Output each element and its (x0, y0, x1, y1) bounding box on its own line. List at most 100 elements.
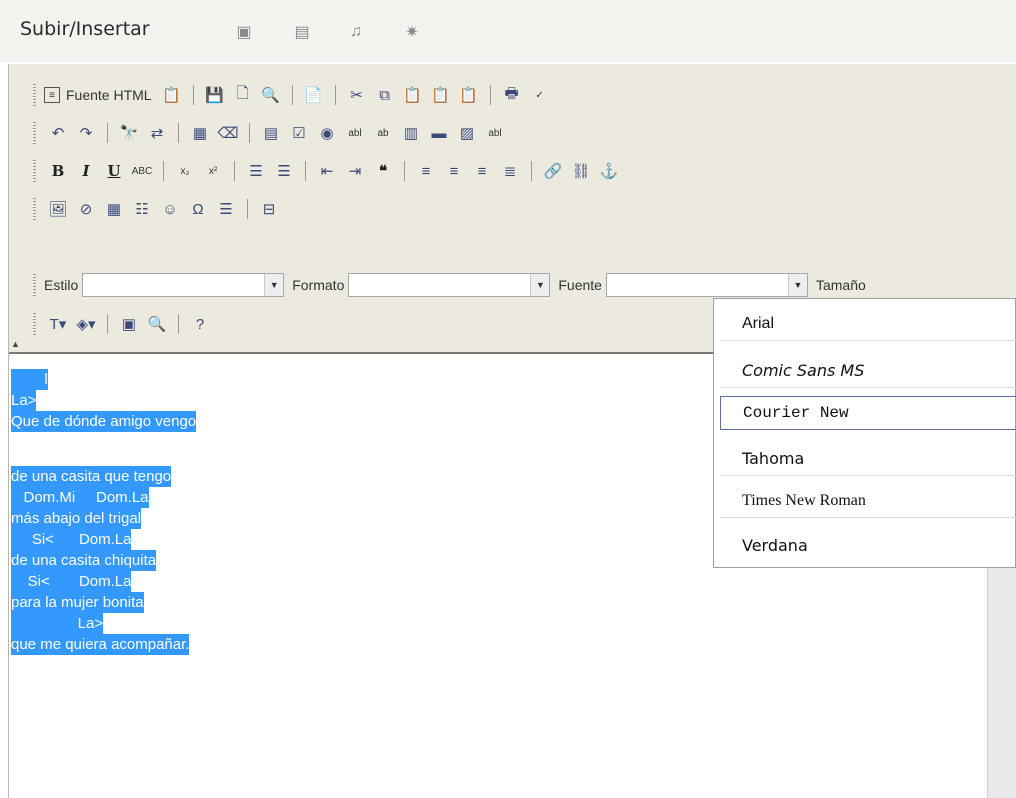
justify-icon[interactable]: ≣ (499, 160, 521, 182)
undo-icon[interactable]: ↶ (47, 122, 69, 144)
help-icon[interactable]: ? (189, 313, 211, 335)
toolbar-row-1: ≡ Fuente HTML 📋 💾 🗋 🔍 📄 ✂ ⧉ 📋 📋 📋 🖶 ✓ (33, 80, 554, 110)
flash-icon[interactable]: ⊘ (75, 198, 97, 220)
paste-plain-icon[interactable]: 📋 (430, 84, 452, 106)
size-label: Tamaño (815, 277, 866, 293)
checkbox-icon[interactable]: ☑ (288, 122, 310, 144)
chevron-down-icon: ▼ (530, 274, 550, 296)
style-label: Estilo (44, 277, 79, 293)
show-blocks-icon[interactable]: 🔍 (146, 313, 168, 335)
font-option-verdana[interactable]: Verdana (720, 528, 1016, 562)
collapse-toolbar-icon[interactable]: ▲ (11, 339, 20, 349)
background-color-icon[interactable]: ◈▾ (75, 313, 97, 335)
redo-icon[interactable]: ↷ (75, 122, 97, 144)
spellcheck-icon[interactable]: ✓ (529, 84, 551, 106)
chevron-down-icon: ▼ (264, 274, 284, 296)
video-icon[interactable]: ▣ (234, 22, 254, 42)
content-line: más abajo del trigal (11, 508, 142, 529)
font-select[interactable]: ▼ (605, 273, 808, 297)
cut-icon[interactable]: ✂ (346, 84, 368, 106)
content-line: de una casita que tengo (11, 466, 172, 487)
copy-icon[interactable]: ⧉ (374, 84, 396, 106)
underline-icon[interactable]: U (103, 160, 125, 182)
strikethrough-icon[interactable]: ABC (131, 160, 153, 182)
subscript-icon[interactable]: x₂ (174, 160, 196, 182)
table-icon[interactable]: ▦ (103, 198, 125, 220)
maximize-icon[interactable]: ▣ (118, 313, 140, 335)
paste-text-icon[interactable]: 📋 (402, 84, 424, 106)
textfield-icon[interactable]: abl (344, 122, 366, 144)
toolbar-row-6: T▾ ◈▾ ▣ 🔍 ? (33, 309, 214, 339)
source-icon: ≡ (44, 87, 60, 103)
toolbar-row-2: ↶ ↷ 🔭 ⇄ ▦ ⌫ ▤ ☑ ◉ abl ab ▥ ▬ ▨ abl (33, 118, 509, 148)
format-label: Formato (292, 277, 345, 293)
align-center-icon[interactable]: ≡ (443, 160, 465, 182)
outdent-icon[interactable]: ⇤ (316, 160, 338, 182)
content-line: Dom.Mi Dom.La (11, 487, 149, 508)
font-option-comic-sans[interactable]: Comic Sans MS (720, 354, 1016, 388)
page-break-icon[interactable]: ☰ (215, 198, 237, 220)
remove-format-icon[interactable]: ⌫ (217, 122, 239, 144)
upload-insert-title: Subir/Insertar (20, 18, 150, 40)
save-icon[interactable]: 💾 (204, 84, 226, 106)
font-option-arial[interactable]: Arial (720, 307, 1016, 341)
div-container-icon[interactable]: ⊟ (258, 198, 280, 220)
content-line: Que de dónde amigo vengo (11, 411, 197, 432)
preview-icon[interactable]: 🔍 (260, 84, 282, 106)
italic-icon[interactable]: I (75, 160, 97, 182)
hidden-field-icon[interactable]: abl (484, 122, 506, 144)
radio-icon[interactable]: ◉ (316, 122, 338, 144)
font-dropdown: Arial Comic Sans MS Courier New Tahoma T… (713, 298, 1016, 568)
text-color-icon[interactable]: T▾ (47, 313, 69, 335)
content-line: de una casita chiquita (11, 550, 157, 571)
select-field-icon[interactable]: ▥ (400, 122, 422, 144)
align-left-icon[interactable]: ≡ (415, 160, 437, 182)
link-icon[interactable]: 🔗 (542, 160, 564, 182)
toolbar-row-3: B I U ABC x₂ x² ☰ ☰ ⇤ ⇥ ❝ ≡ ≡ ≡ ≣ 🔗 ⛓ ⚓ (33, 156, 623, 186)
content-line: para la mujer bonita (11, 592, 144, 613)
upload-insert-bar: Subir/Insertar ▣ ▤ ♫ ✷ (0, 0, 1016, 62)
paste-word-icon[interactable]: 📋 (458, 84, 480, 106)
format-select[interactable]: ▼ (348, 273, 551, 297)
html-source-label: Fuente HTML (66, 87, 152, 103)
sparkle-icon[interactable]: ✷ (402, 22, 422, 42)
anchor-icon[interactable]: ⚓ (598, 160, 620, 182)
form-icon[interactable]: ▤ (260, 122, 282, 144)
indent-icon[interactable]: ⇥ (344, 160, 366, 182)
font-option-courier-new[interactable]: Courier New (720, 396, 1016, 430)
font-option-times-new-roman[interactable]: Times New Roman (720, 484, 1016, 518)
find-icon[interactable]: 🔭 (118, 122, 140, 144)
toolbar-grip (33, 84, 36, 106)
content-line: Si< Dom.La (11, 571, 132, 592)
replace-icon[interactable]: ⇄ (146, 122, 168, 144)
content-line: Si< Dom.La (11, 529, 132, 550)
image-icon[interactable]: 🖼 (47, 198, 69, 220)
special-char-icon[interactable]: Ω (187, 198, 209, 220)
content-line: que me quiera acompañar. (11, 634, 190, 655)
toolbar-row-5: Estilo ▼ Formato ▼ Fuente ▼ Tamaño (33, 270, 870, 300)
content-line: l (11, 369, 48, 390)
html-source-button[interactable]: ≡ Fuente HTML (44, 87, 152, 103)
bulleted-list-icon[interactable]: ☰ (273, 160, 295, 182)
paste-icon[interactable]: 📋 (161, 84, 183, 106)
music-icon[interactable]: ♫ (346, 22, 366, 42)
font-option-tahoma[interactable]: Tahoma (720, 442, 1016, 476)
textarea-icon[interactable]: ab (372, 122, 394, 144)
horizontal-rule-icon[interactable]: ☷ (131, 198, 153, 220)
print-icon[interactable]: 🖶 (501, 84, 523, 106)
style-select[interactable]: ▼ (82, 273, 285, 297)
numbered-list-icon[interactable]: ☰ (245, 160, 267, 182)
image-button-icon[interactable]: ▨ (456, 122, 478, 144)
templates-icon[interactable]: 📄 (303, 84, 325, 106)
blockquote-icon[interactable]: ❝ (372, 160, 394, 182)
smiley-icon[interactable]: ☺ (159, 198, 181, 220)
superscript-icon[interactable]: x² (202, 160, 224, 182)
unlink-icon[interactable]: ⛓ (570, 160, 592, 182)
gallery-icon[interactable]: ▤ (292, 22, 312, 42)
new-page-icon[interactable]: 🗋 (232, 84, 254, 106)
align-right-icon[interactable]: ≡ (471, 160, 493, 182)
select-all-icon[interactable]: ▦ (189, 122, 211, 144)
bold-icon[interactable]: B (47, 160, 69, 182)
button-field-icon[interactable]: ▬ (428, 122, 450, 144)
content-line: La> (11, 390, 37, 411)
